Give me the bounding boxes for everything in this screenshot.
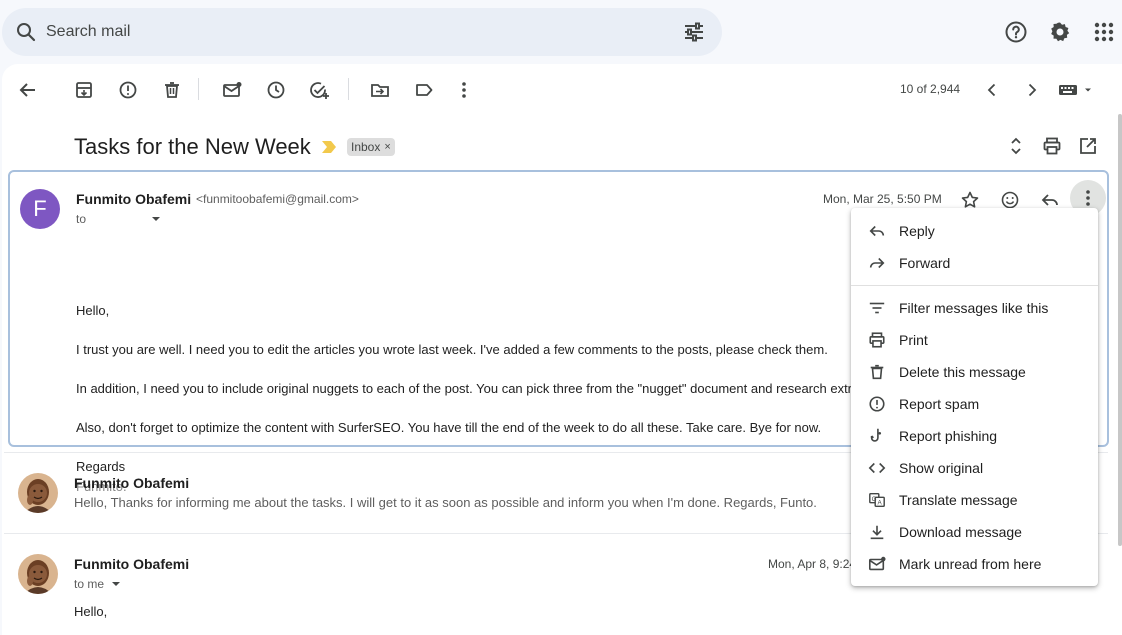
label-icon[interactable] — [412, 78, 436, 102]
menu-item-label: Translate message — [899, 492, 1018, 508]
delete-icon[interactable] — [160, 78, 184, 102]
menu-item-forward[interactable]: Forward — [851, 247, 1098, 279]
menu-item-label: Download message — [899, 524, 1022, 540]
spam-icon — [867, 394, 887, 414]
snooze-icon[interactable] — [264, 78, 288, 102]
code-icon — [867, 458, 887, 478]
menu-item-label: Delete this message — [899, 364, 1026, 380]
expand-all-icon[interactable] — [1004, 134, 1028, 158]
menu-item-label: Report phishing — [899, 428, 998, 444]
back-arrow-icon[interactable] — [16, 78, 40, 102]
menu-item-report-phishing[interactable]: Report phishing — [851, 420, 1098, 452]
menu-item-delete[interactable]: Delete this message — [851, 356, 1098, 388]
sender-avatar[interactable]: F — [20, 189, 60, 229]
more-options-icon[interactable] — [452, 78, 476, 102]
menu-item-label: Mark unread from here — [899, 556, 1042, 572]
download-icon — [867, 522, 887, 542]
input-tools-icon[interactable] — [1058, 78, 1094, 102]
toolbar-divider — [348, 78, 349, 100]
menu-item-show-original[interactable]: Show original — [851, 452, 1098, 484]
open-new-window-icon[interactable] — [1076, 134, 1100, 158]
recipient-details-chevron-icon[interactable] — [110, 579, 122, 589]
recipient-prefix: to — [76, 212, 87, 226]
sender-photo-avatar[interactable] — [18, 554, 58, 594]
menu-item-label: Show original — [899, 460, 984, 476]
body-greeting: Hello, — [74, 604, 108, 619]
menu-item-label: Forward — [899, 255, 951, 271]
phishing-icon — [867, 426, 887, 446]
mark-unread-icon — [867, 554, 887, 574]
menu-item-reply[interactable]: Reply — [851, 215, 1098, 247]
reply-icon — [867, 221, 887, 241]
filter-icon — [867, 298, 887, 318]
search-icon[interactable] — [14, 20, 38, 44]
sender-email: <funmitoobafemi@gmail.com> — [196, 192, 359, 206]
translate-icon: GA — [867, 490, 887, 510]
newer-chevron-icon[interactable] — [980, 78, 1004, 102]
forward-icon — [867, 253, 887, 273]
trash-icon — [867, 362, 887, 382]
message-date: Mon, Apr 8, 9:24 — [768, 557, 857, 571]
inbox-label-text: Inbox — [351, 140, 381, 154]
message-options-menu: Reply Forward Filter messages like this … — [851, 208, 1098, 586]
add-task-icon[interactable] — [308, 78, 332, 102]
body-paragraph: In addition, I need you to include origi… — [76, 381, 853, 396]
print-icon — [867, 330, 887, 350]
apps-grid-icon[interactable] — [1092, 20, 1116, 44]
menu-item-print[interactable]: Print — [851, 324, 1098, 356]
svg-text:G: G — [872, 496, 877, 503]
body-paragraph: I trust you are well. I need you to edit… — [76, 342, 828, 357]
menu-divider — [851, 285, 1098, 286]
older-chevron-icon[interactable] — [1020, 78, 1044, 102]
recipient-details-chevron-icon[interactable] — [150, 214, 162, 224]
report-spam-icon[interactable] — [116, 78, 140, 102]
menu-item-report-spam[interactable]: Report spam — [851, 388, 1098, 420]
important-marker-icon[interactable] — [322, 141, 336, 153]
search-input[interactable] — [46, 23, 646, 41]
menu-item-mark-unread[interactable]: Mark unread from here — [851, 548, 1098, 580]
body-regards: Regards — [76, 459, 126, 474]
sender-photo-avatar[interactable] — [18, 473, 58, 513]
menu-item-label: Report spam — [899, 396, 980, 412]
menu-item-label: Reply — [899, 223, 935, 239]
menu-item-translate[interactable]: GA Translate message — [851, 484, 1098, 516]
sender-name[interactable]: Funmito Obafemi — [76, 191, 191, 207]
menu-item-label: Print — [899, 332, 928, 348]
remove-label-icon[interactable]: × — [384, 141, 390, 153]
help-icon[interactable] — [1004, 20, 1028, 44]
pager-count: 10 of 2,944 — [900, 82, 961, 96]
body-greeting: Hello, — [76, 303, 110, 318]
body-paragraph: Also, don't forget to optimize the conte… — [76, 420, 822, 435]
sender-name[interactable]: Funmito Obafemi — [74, 556, 189, 572]
toolbar-divider — [198, 78, 199, 100]
inbox-label-chip[interactable]: Inbox × — [347, 138, 395, 156]
print-all-icon[interactable] — [1040, 134, 1064, 158]
menu-item-filter[interactable]: Filter messages like this — [851, 292, 1098, 324]
recipient-line: to me — [74, 577, 105, 591]
thread-subject: Tasks for the New Week — [74, 134, 311, 159]
menu-item-label: Filter messages like this — [899, 300, 1049, 316]
move-to-icon[interactable] — [368, 78, 392, 102]
archive-icon[interactable] — [72, 78, 96, 102]
sender-name[interactable]: Funmito Obafemi — [74, 475, 189, 491]
message-date: Mon, Mar 25, 5:50 PM — [823, 192, 942, 206]
search-options-icon[interactable] — [682, 20, 706, 44]
menu-item-download[interactable]: Download message — [851, 516, 1098, 548]
scrollbar[interactable] — [1118, 114, 1122, 546]
settings-icon[interactable] — [1048, 20, 1072, 44]
search-bar[interactable] — [2, 8, 722, 56]
mark-unread-icon[interactable] — [220, 78, 244, 102]
message-snippet[interactable]: Hello, Thanks for informing me about the… — [74, 495, 817, 510]
